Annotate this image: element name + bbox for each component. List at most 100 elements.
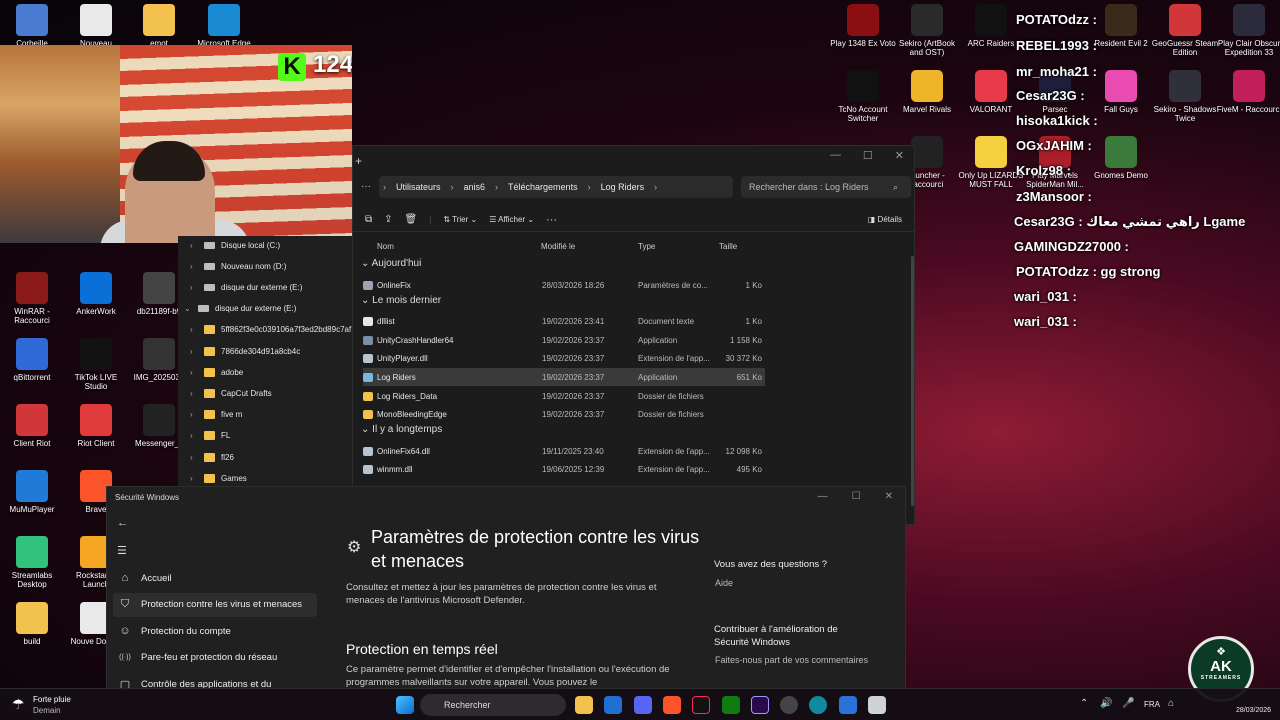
desktop-icon[interactable]: MuMuPlayer (0, 470, 64, 514)
desktop-icon[interactable]: qBittorrent (0, 338, 64, 382)
view-button[interactable]: ☰ Afficher ⌄ (489, 215, 534, 224)
nav-item[interactable]: › CapCut Drafts (190, 386, 272, 400)
desktop-icon[interactable]: TcNo Account Switcher (828, 70, 898, 123)
chevron-right-icon[interactable]: › (190, 453, 198, 462)
xbox-taskbar-icon[interactable] (722, 696, 740, 714)
chevron-right-icon[interactable]: › (190, 474, 198, 483)
chevron-right-icon[interactable]: › (190, 368, 198, 377)
more-options-button[interactable]: ··· (546, 214, 557, 226)
close-icon[interactable]: ✕ (885, 491, 893, 502)
group-header[interactable]: ⌄ Aujourd'hui (361, 258, 421, 269)
security-nav-item[interactable]: ☺ Protection du compte (113, 619, 317, 643)
microphone-icon[interactable]: 🎤 (1122, 698, 1134, 709)
new-tab-plus-icon[interactable]: + (355, 154, 362, 168)
desktop-icon[interactable]: emot (127, 4, 191, 48)
file-row[interactable]: OnlineFix 28/03/2026 18:26 Paramètres de c… (363, 276, 765, 294)
desktop-icon[interactable]: GeoGuessr Steam Edition (1150, 4, 1220, 57)
nav-item[interactable]: › adobe (190, 365, 243, 379)
breadcrumb-item[interactable]: Log Riders (601, 182, 645, 192)
desktop-icon[interactable]: Riot Client (64, 404, 128, 448)
chevron-right-icon[interactable]: › (190, 325, 198, 334)
chevron-right-icon[interactable]: › (190, 283, 198, 292)
desktop-icon[interactable]: AnkerWork (64, 272, 128, 316)
file-row[interactable]: dlllist 19/02/2026 23:41 Document texte 1 K… (363, 313, 765, 331)
edge-taskbar-icon[interactable] (809, 696, 827, 714)
nav-item[interactable]: › 5ff862f3e0c039106a7f3ed2bd89c7af (190, 323, 351, 337)
active-app-taskbar-icon[interactable] (868, 696, 886, 714)
share-icon[interactable]: ⇪ (384, 214, 392, 225)
desktop-icon[interactable]: Corbeille (0, 4, 64, 48)
copy-icon[interactable]: ⧉ (365, 214, 372, 225)
audio-icon[interactable]: 🔊 (1100, 698, 1112, 709)
chevron-right-icon[interactable]: › (190, 347, 198, 356)
security-nav-item[interactable]: ⛉ Protection contre les virus et menaces (113, 592, 317, 617)
desktop-icon[interactable]: Streamlabs Desktop (0, 536, 64, 589)
column-size[interactable]: Taille (719, 242, 737, 251)
tiktok-taskbar-icon[interactable] (692, 696, 710, 714)
nav-item[interactable]: › 7866de304d91a8cb4c (190, 344, 300, 358)
security-nav-item[interactable]: ((·)) Pare-feu et protection du réseau (113, 646, 317, 670)
back-arrow-icon[interactable]: ← (117, 517, 128, 529)
desktop-icon[interactable]: Microsoft Edge (192, 4, 256, 48)
group-header[interactable]: ⌄ Le mois dernier (361, 295, 441, 306)
maximize-icon[interactable]: ☐ (852, 491, 861, 502)
taskbar-search[interactable]: Rechercher (420, 694, 566, 716)
nav-item[interactable]: › FL (190, 429, 230, 443)
hamburger-menu-icon[interactable]: ☰ (117, 544, 127, 557)
nav-item[interactable]: ⌄ disque dur externe (E:) (184, 302, 296, 316)
desktop-icon[interactable]: Play 1348 Ex Voto (828, 4, 898, 48)
group-header[interactable]: ⌄ Il y a longtemps (361, 424, 442, 435)
scrollbar[interactable] (911, 256, 914, 506)
breadcrumb-item[interactable]: anis6 (464, 182, 486, 192)
nav-item[interactable]: › fl26 (190, 450, 234, 464)
feedback-link[interactable]: Faites-nous part de vos commentaires (715, 655, 868, 665)
network-icon[interactable]: ⌂ (1168, 698, 1174, 709)
details-button[interactable]: ◨ Détails (868, 215, 902, 224)
explorer-search-input[interactable]: Rechercher dans : Log Riders (741, 176, 911, 198)
column-name[interactable]: Nom (377, 242, 394, 251)
sort-button[interactable]: ⇅ Trier ⌄ (443, 215, 477, 224)
chevron-down-icon[interactable]: ⌄ (184, 304, 192, 313)
desktop-icon[interactable]: TikTok LIVE Studio (64, 338, 128, 391)
nav-item[interactable]: › five m (190, 408, 242, 422)
file-row[interactable]: UnityPlayer.dll 19/02/2026 23:37 Extension… (363, 350, 765, 368)
column-modified[interactable]: Modifié le (541, 242, 575, 251)
file-row[interactable]: Log Riders_Data 19/02/2026 23:37 Dossier d… (363, 387, 765, 405)
desktop-icon[interactable]: WinRAR - Raccourci (0, 272, 64, 325)
desktop-icon[interactable]: Client Riot (0, 404, 64, 448)
nav-item[interactable]: › disque dur externe (E:) (190, 280, 302, 294)
security-nav-item[interactable]: ⌂ Accueil (113, 566, 317, 590)
security-taskbar-icon[interactable] (839, 696, 857, 714)
desktop-icon[interactable]: Sekiro (ArtBook and OST) (892, 4, 962, 57)
nav-item[interactable]: › Nouveau nom (D:) (190, 259, 286, 273)
desktop-icon[interactable]: FiveM - Raccourci (1214, 70, 1280, 114)
desktop-icon[interactable]: Gnomes Demo (1086, 136, 1156, 180)
discord-taskbar-icon[interactable] (634, 696, 652, 714)
more-paths-icon[interactable]: ··· (361, 181, 371, 192)
file-row[interactable]: OnlineFix64.dll 19/11/2025 23:40 Extension… (363, 442, 765, 460)
close-icon[interactable]: ✕ (895, 149, 904, 162)
outlook-taskbar-icon[interactable] (604, 696, 622, 714)
desktop-icon[interactable]: Play Clair Obscur Expedition 33 (1214, 4, 1280, 57)
maximize-icon[interactable]: ☐ (863, 149, 873, 162)
chevron-down-icon[interactable]: ⌄ (361, 295, 372, 306)
brave-taskbar-icon[interactable] (663, 696, 681, 714)
address-bar[interactable]: › Utilisateurs › anis6 › Téléchargements › Log … (379, 176, 733, 198)
file-row[interactable]: UnityCrashHandler64 19/02/2026 23:37 Appli… (363, 331, 765, 349)
chevron-down-icon[interactable]: ⌄ (361, 424, 372, 435)
nav-item[interactable]: › Games (190, 471, 247, 485)
obs-taskbar-icon[interactable] (780, 696, 798, 714)
desktop-icon[interactable]: Nouveau (64, 4, 128, 48)
chevron-right-icon[interactable]: › (190, 262, 198, 271)
chevron-right-icon[interactable]: › (190, 241, 198, 250)
chevron-right-icon[interactable]: › (190, 410, 198, 419)
file-row[interactable]: Log Riders 19/02/2026 23:37 Application 651… (363, 368, 765, 387)
clock-date[interactable]: 28/03/2026 (1236, 707, 1271, 714)
help-link[interactable]: Aide (715, 578, 733, 588)
desktop-icon[interactable]: Sekiro - Shadows Twice (1150, 70, 1220, 123)
nav-item[interactable]: › Disque local (C:) (190, 238, 280, 252)
desktop-icon[interactable]: build (0, 602, 64, 646)
breadcrumb-item[interactable]: Utilisateurs (396, 182, 441, 192)
minimize-icon[interactable]: — (830, 149, 841, 162)
language-indicator[interactable]: FRA (1144, 700, 1160, 709)
